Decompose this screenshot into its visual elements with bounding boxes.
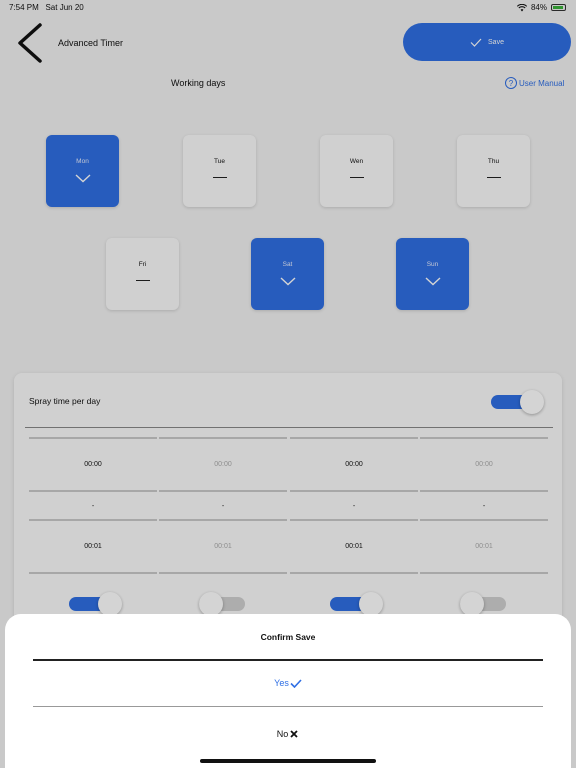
- confirm-save-title: Confirm Save: [260, 632, 316, 642]
- divider: [33, 659, 543, 661]
- yes-label: Yes: [274, 678, 289, 688]
- close-icon: [290, 730, 298, 738]
- yes-button[interactable]: Yes: [0, 678, 576, 688]
- no-button[interactable]: No: [0, 729, 576, 739]
- home-indicator: [200, 759, 376, 763]
- divider: [33, 706, 543, 707]
- no-label: No: [276, 729, 289, 739]
- checkmark-icon: [290, 678, 302, 688]
